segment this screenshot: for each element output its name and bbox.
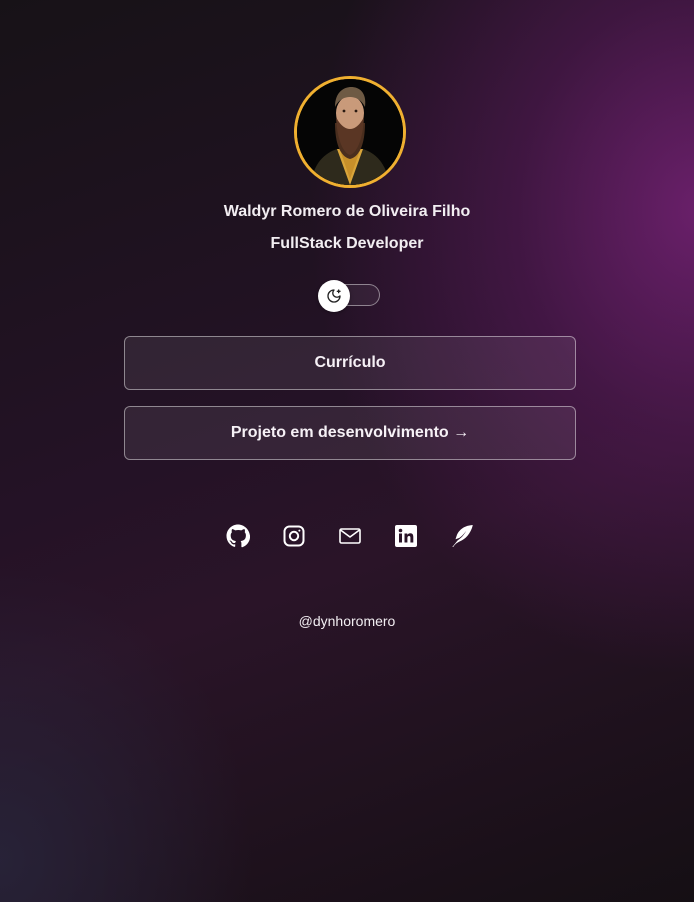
profile-role: FullStack Developer [270,235,424,252]
footer-handle: @dynhoromero [298,613,396,629]
github-link[interactable] [224,522,252,550]
mail-icon [339,528,361,544]
feather-link[interactable] [448,522,476,550]
projeto-label: Projeto em desenvolvimento → [230,424,470,441]
linkedin-link[interactable] [392,522,420,550]
link-tree-page: Waldyr Romero de Oliveira Filho FullStac… [0,0,694,902]
curriculo-label: Currículo [314,354,386,371]
profile-name: Waldyr Romero de Oliveira Filho [223,203,471,220]
social-links [0,522,694,550]
email-link[interactable] [336,522,364,550]
toggle-knob[interactable] [318,280,350,312]
instagram-link[interactable] [280,522,308,550]
curriculo-button[interactable]: Currículo [124,336,576,390]
theme-toggle[interactable] [318,280,382,312]
instagram-icon [283,525,305,547]
projeto-button[interactable]: Projeto em desenvolvimento → [124,406,576,460]
feather-icon [452,525,473,547]
moon-star-icon [327,289,341,303]
linkedin-icon [395,525,417,547]
avatar [294,76,406,188]
avatar-image [297,79,403,185]
github-icon [226,524,250,548]
